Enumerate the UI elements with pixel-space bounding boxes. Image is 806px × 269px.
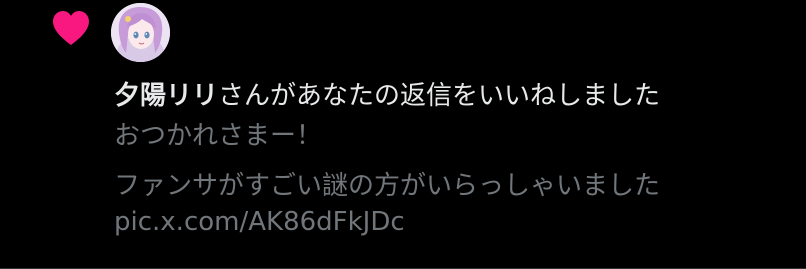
user-name[interactable]: 夕陽リリ	[114, 81, 218, 111]
reply-text: おつかれさまー！	[114, 121, 323, 151]
action-text: さんがあなたの返信をいいねしました	[218, 81, 661, 111]
notification-headline: 夕陽リリさんがあなたの返信をいいねしました	[114, 78, 660, 114]
tweet-body-text: ファンサがすごい謎の方がいらっしゃいました	[114, 171, 661, 201]
heart-icon	[51, 9, 91, 47]
media-link[interactable]: pic.x.com/AK86dFkJDc	[114, 204, 405, 240]
avatar[interactable]	[111, 3, 170, 62]
like-notification[interactable]: 夕陽リリさんがあなたの返信をいいねしました おつかれさまー！ ファンサがすごい謎…	[0, 0, 806, 269]
